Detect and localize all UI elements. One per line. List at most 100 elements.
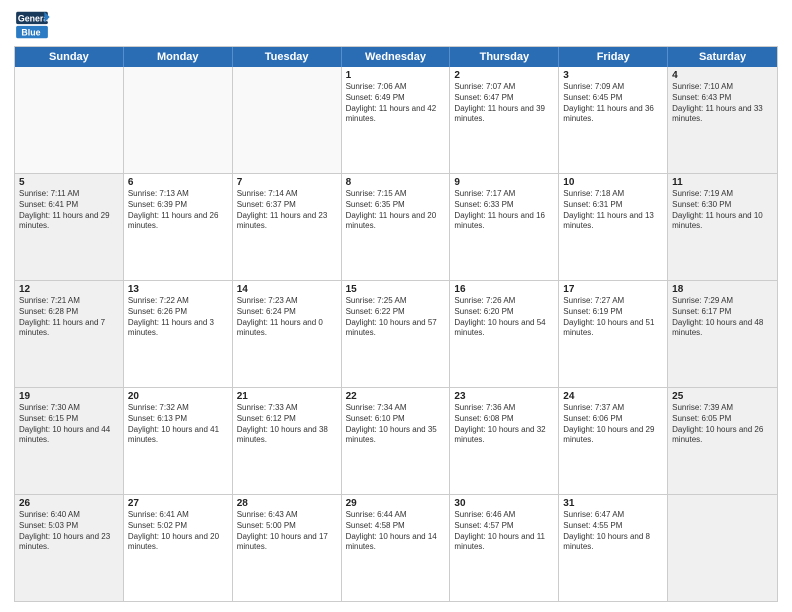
cell-info: Sunrise: 7:29 AM Sunset: 6:17 PM Dayligh… bbox=[672, 296, 773, 339]
calendar-cell: 23Sunrise: 7:36 AM Sunset: 6:08 PM Dayli… bbox=[450, 388, 559, 494]
cell-info: Sunrise: 6:43 AM Sunset: 5:00 PM Dayligh… bbox=[237, 510, 337, 553]
day-number: 13 bbox=[128, 284, 228, 295]
calendar-cell: 27Sunrise: 6:41 AM Sunset: 5:02 PM Dayli… bbox=[124, 495, 233, 601]
calendar-header: SundayMondayTuesdayWednesdayThursdayFrid… bbox=[15, 47, 777, 67]
calendar-cell: 17Sunrise: 7:27 AM Sunset: 6:19 PM Dayli… bbox=[559, 281, 668, 387]
calendar-cell: 19Sunrise: 7:30 AM Sunset: 6:15 PM Dayli… bbox=[15, 388, 124, 494]
calendar-cell: 7Sunrise: 7:14 AM Sunset: 6:37 PM Daylig… bbox=[233, 174, 342, 280]
calendar-row: 12Sunrise: 7:21 AM Sunset: 6:28 PM Dayli… bbox=[15, 281, 777, 388]
weekday-header: Monday bbox=[124, 47, 233, 67]
day-number: 19 bbox=[19, 391, 119, 402]
calendar: SundayMondayTuesdayWednesdayThursdayFrid… bbox=[14, 46, 778, 602]
calendar-cell: 8Sunrise: 7:15 AM Sunset: 6:35 PM Daylig… bbox=[342, 174, 451, 280]
calendar-body: 1Sunrise: 7:06 AM Sunset: 6:49 PM Daylig… bbox=[15, 67, 777, 601]
cell-info: Sunrise: 7:27 AM Sunset: 6:19 PM Dayligh… bbox=[563, 296, 663, 339]
cell-info: Sunrise: 6:41 AM Sunset: 5:02 PM Dayligh… bbox=[128, 510, 228, 553]
weekday-header: Wednesday bbox=[342, 47, 451, 67]
cell-info: Sunrise: 7:17 AM Sunset: 6:33 PM Dayligh… bbox=[454, 189, 554, 232]
cell-info: Sunrise: 7:10 AM Sunset: 6:43 PM Dayligh… bbox=[672, 82, 773, 125]
day-number: 12 bbox=[19, 284, 119, 295]
day-number: 17 bbox=[563, 284, 663, 295]
cell-info: Sunrise: 7:11 AM Sunset: 6:41 PM Dayligh… bbox=[19, 189, 119, 232]
calendar-cell: 5Sunrise: 7:11 AM Sunset: 6:41 PM Daylig… bbox=[15, 174, 124, 280]
page: General Blue SundayMondayTuesdayWednesda… bbox=[0, 0, 792, 612]
cell-info: Sunrise: 7:18 AM Sunset: 6:31 PM Dayligh… bbox=[563, 189, 663, 232]
cell-info: Sunrise: 6:47 AM Sunset: 4:55 PM Dayligh… bbox=[563, 510, 663, 553]
day-number: 5 bbox=[19, 177, 119, 188]
cell-info: Sunrise: 6:46 AM Sunset: 4:57 PM Dayligh… bbox=[454, 510, 554, 553]
calendar-cell: 16Sunrise: 7:26 AM Sunset: 6:20 PM Dayli… bbox=[450, 281, 559, 387]
calendar-cell: 9Sunrise: 7:17 AM Sunset: 6:33 PM Daylig… bbox=[450, 174, 559, 280]
calendar-cell: 26Sunrise: 6:40 AM Sunset: 5:03 PM Dayli… bbox=[15, 495, 124, 601]
day-number: 8 bbox=[346, 177, 446, 188]
cell-info: Sunrise: 7:25 AM Sunset: 6:22 PM Dayligh… bbox=[346, 296, 446, 339]
calendar-row: 26Sunrise: 6:40 AM Sunset: 5:03 PM Dayli… bbox=[15, 495, 777, 601]
calendar-row: 19Sunrise: 7:30 AM Sunset: 6:15 PM Dayli… bbox=[15, 388, 777, 495]
cell-info: Sunrise: 7:19 AM Sunset: 6:30 PM Dayligh… bbox=[672, 189, 773, 232]
calendar-cell: 21Sunrise: 7:33 AM Sunset: 6:12 PM Dayli… bbox=[233, 388, 342, 494]
logo-icon: General Blue bbox=[14, 10, 50, 40]
cell-info: Sunrise: 7:32 AM Sunset: 6:13 PM Dayligh… bbox=[128, 403, 228, 446]
day-number: 2 bbox=[454, 70, 554, 81]
calendar-cell: 14Sunrise: 7:23 AM Sunset: 6:24 PM Dayli… bbox=[233, 281, 342, 387]
day-number: 3 bbox=[563, 70, 663, 81]
weekday-header: Friday bbox=[559, 47, 668, 67]
calendar-cell: 2Sunrise: 7:07 AM Sunset: 6:47 PM Daylig… bbox=[450, 67, 559, 173]
calendar-cell: 11Sunrise: 7:19 AM Sunset: 6:30 PM Dayli… bbox=[668, 174, 777, 280]
day-number: 21 bbox=[237, 391, 337, 402]
cell-info: Sunrise: 7:07 AM Sunset: 6:47 PM Dayligh… bbox=[454, 82, 554, 125]
calendar-cell: 25Sunrise: 7:39 AM Sunset: 6:05 PM Dayli… bbox=[668, 388, 777, 494]
cell-info: Sunrise: 7:22 AM Sunset: 6:26 PM Dayligh… bbox=[128, 296, 228, 339]
calendar-row: 5Sunrise: 7:11 AM Sunset: 6:41 PM Daylig… bbox=[15, 174, 777, 281]
calendar-cell: 24Sunrise: 7:37 AM Sunset: 6:06 PM Dayli… bbox=[559, 388, 668, 494]
day-number: 14 bbox=[237, 284, 337, 295]
calendar-cell: 18Sunrise: 7:29 AM Sunset: 6:17 PM Dayli… bbox=[668, 281, 777, 387]
calendar-cell: 15Sunrise: 7:25 AM Sunset: 6:22 PM Dayli… bbox=[342, 281, 451, 387]
day-number: 23 bbox=[454, 391, 554, 402]
calendar-cell: 30Sunrise: 6:46 AM Sunset: 4:57 PM Dayli… bbox=[450, 495, 559, 601]
weekday-header: Tuesday bbox=[233, 47, 342, 67]
day-number: 26 bbox=[19, 498, 119, 509]
day-number: 16 bbox=[454, 284, 554, 295]
cell-info: Sunrise: 7:39 AM Sunset: 6:05 PM Dayligh… bbox=[672, 403, 773, 446]
cell-info: Sunrise: 7:13 AM Sunset: 6:39 PM Dayligh… bbox=[128, 189, 228, 232]
day-number: 29 bbox=[346, 498, 446, 509]
day-number: 31 bbox=[563, 498, 663, 509]
day-number: 7 bbox=[237, 177, 337, 188]
day-number: 24 bbox=[563, 391, 663, 402]
svg-text:Blue: Blue bbox=[21, 28, 40, 38]
cell-info: Sunrise: 7:09 AM Sunset: 6:45 PM Dayligh… bbox=[563, 82, 663, 125]
weekday-header: Sunday bbox=[15, 47, 124, 67]
day-number: 20 bbox=[128, 391, 228, 402]
day-number: 9 bbox=[454, 177, 554, 188]
calendar-cell: 28Sunrise: 6:43 AM Sunset: 5:00 PM Dayli… bbox=[233, 495, 342, 601]
cell-info: Sunrise: 7:14 AM Sunset: 6:37 PM Dayligh… bbox=[237, 189, 337, 232]
calendar-cell: 12Sunrise: 7:21 AM Sunset: 6:28 PM Dayli… bbox=[15, 281, 124, 387]
calendar-cell: 13Sunrise: 7:22 AM Sunset: 6:26 PM Dayli… bbox=[124, 281, 233, 387]
day-number: 15 bbox=[346, 284, 446, 295]
cell-info: Sunrise: 7:23 AM Sunset: 6:24 PM Dayligh… bbox=[237, 296, 337, 339]
calendar-row: 1Sunrise: 7:06 AM Sunset: 6:49 PM Daylig… bbox=[15, 67, 777, 174]
cell-info: Sunrise: 7:06 AM Sunset: 6:49 PM Dayligh… bbox=[346, 82, 446, 125]
cell-info: Sunrise: 7:37 AM Sunset: 6:06 PM Dayligh… bbox=[563, 403, 663, 446]
day-number: 22 bbox=[346, 391, 446, 402]
cell-info: Sunrise: 6:40 AM Sunset: 5:03 PM Dayligh… bbox=[19, 510, 119, 553]
logo: General Blue bbox=[14, 10, 50, 40]
day-number: 11 bbox=[672, 177, 773, 188]
calendar-cell: 6Sunrise: 7:13 AM Sunset: 6:39 PM Daylig… bbox=[124, 174, 233, 280]
day-number: 18 bbox=[672, 284, 773, 295]
calendar-cell: 22Sunrise: 7:34 AM Sunset: 6:10 PM Dayli… bbox=[342, 388, 451, 494]
day-number: 27 bbox=[128, 498, 228, 509]
header: General Blue bbox=[14, 10, 778, 40]
calendar-cell: 29Sunrise: 6:44 AM Sunset: 4:58 PM Dayli… bbox=[342, 495, 451, 601]
weekday-header: Thursday bbox=[450, 47, 559, 67]
cell-info: Sunrise: 7:26 AM Sunset: 6:20 PM Dayligh… bbox=[454, 296, 554, 339]
cell-info: Sunrise: 7:15 AM Sunset: 6:35 PM Dayligh… bbox=[346, 189, 446, 232]
calendar-cell bbox=[233, 67, 342, 173]
cell-info: Sunrise: 7:30 AM Sunset: 6:15 PM Dayligh… bbox=[19, 403, 119, 446]
calendar-cell bbox=[15, 67, 124, 173]
day-number: 28 bbox=[237, 498, 337, 509]
cell-info: Sunrise: 7:34 AM Sunset: 6:10 PM Dayligh… bbox=[346, 403, 446, 446]
weekday-header: Saturday bbox=[668, 47, 777, 67]
calendar-cell: 1Sunrise: 7:06 AM Sunset: 6:49 PM Daylig… bbox=[342, 67, 451, 173]
